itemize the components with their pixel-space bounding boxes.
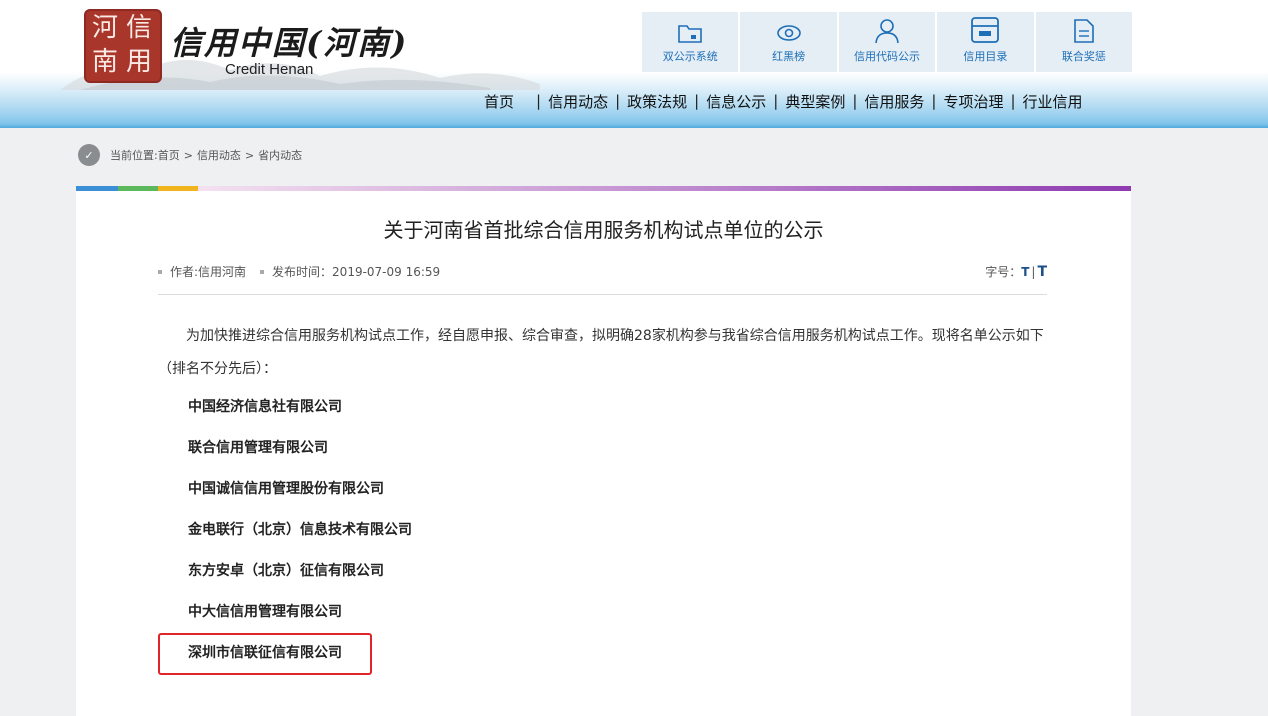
article-author: 作者:信用河南 (170, 265, 247, 279)
quick-link-label: 红黑榜 (772, 50, 806, 63)
nav-item-info-publicity[interactable]: 信息公示 (706, 91, 766, 112)
nav-separator: | (536, 92, 542, 110)
quick-link-red-black-list[interactable]: 红黑榜 (740, 12, 837, 72)
list-item: 金电联行（北京）信息技术有限公司 (188, 522, 412, 538)
article-title: 关于河南省首批综合信用服务机构试点单位的公示 (383, 218, 824, 242)
quick-link-credit-code[interactable]: 信用代码公示 (838, 12, 936, 72)
nav-item-home[interactable]: 首页 (484, 91, 514, 112)
meta-divider (158, 294, 1047, 295)
nav-separator: | (852, 92, 858, 110)
bullet-icon (158, 269, 162, 274)
logo-title[interactable]: 信用中国(河南) (170, 18, 408, 64)
nav-item-typical-cases[interactable]: 典型案例 (785, 91, 845, 112)
article-intro: 为加快推进综合信用服务机构试点工作，经自愿申报、综合审查，拟明确28家机构参与我… (158, 328, 1044, 377)
color-bar (76, 186, 1131, 191)
list-item: 中国经济信息社有限公司 (188, 399, 342, 415)
user-icon (875, 19, 899, 44)
quick-link-label: 联合奖惩 (1061, 50, 1106, 63)
quick-links: 双公示系统 红黑榜 信用代码公示 信用目录 联合奖惩 (642, 12, 1133, 72)
nav-separator: | (1010, 92, 1016, 110)
quick-link-label: 信用代码公示 (854, 50, 921, 63)
breadcrumb-separator: > (244, 148, 255, 162)
bullet-icon (260, 269, 265, 274)
nav-item-industry-credit[interactable]: 行业信用 (1023, 91, 1083, 112)
list-item: 中国诚信信用管理股份有限公司 (188, 481, 384, 497)
nav-item-policy[interactable]: 政策法规 (627, 91, 687, 112)
seal-char: 信 (125, 13, 152, 43)
font-size-divider: | (1031, 264, 1036, 279)
printer-icon (971, 17, 1000, 43)
folder-icon (678, 25, 703, 43)
logo-seal[interactable]: 河 信 南 用 (84, 9, 162, 83)
font-size-small-button[interactable]: T (1021, 265, 1029, 279)
breadcrumb-prefix: 当前位置: (110, 149, 158, 162)
document-icon (1074, 19, 1094, 43)
nav-item-credit-news[interactable]: 信用动态 (548, 91, 608, 112)
nav-item-special-governance[interactable]: 专项治理 (943, 91, 1003, 112)
list-item: 中大信信用管理有限公司 (188, 604, 342, 620)
nav-separator: | (773, 92, 779, 110)
seal-char: 用 (125, 47, 152, 77)
location-icon: ✓ (78, 144, 100, 166)
seal-char: 河 (91, 13, 118, 43)
breadcrumb-credit-news[interactable]: 信用动态 (197, 147, 241, 163)
breadcrumb-separator: > (183, 148, 193, 162)
seal-char: 南 (91, 47, 118, 77)
breadcrumb-home[interactable]: 首页 (158, 147, 180, 163)
quick-link-label: 信用目录 (963, 50, 1008, 63)
nav-item-credit-services[interactable]: 信用服务 (864, 91, 924, 112)
quick-link-label: 双公示系统 (662, 50, 718, 63)
list-item: 联合信用管理有限公司 (188, 440, 328, 456)
site-header: 河 信 南 用 信用中国(河南) Credit Henan 双公示系统 红黑榜 (0, 0, 1268, 128)
quick-link-dual-publicity[interactable]: 双公示系统 (642, 12, 739, 72)
font-size-control: 字号： T | T (985, 263, 1047, 280)
font-size-label: 字号： (985, 265, 1022, 279)
logo-subtitle: Credit Henan (225, 61, 314, 78)
article-meta: 作者:信用河南 发布时间：2019-07-09 16:59 (158, 263, 440, 280)
article-publish-time: 发布时间：2019-07-09 16:59 (272, 265, 441, 279)
nav-separator: | (615, 92, 621, 110)
nav-separator: | (931, 92, 937, 110)
breadcrumb: ✓ 当前位置: 首页 > 信用动态 > 省内动态 (78, 144, 302, 166)
eye-icon (776, 25, 801, 41)
quick-link-credit-catalog[interactable]: 信用目录 (937, 12, 1034, 72)
font-size-large-button[interactable]: T (1037, 264, 1047, 280)
quick-link-joint-rewards[interactable]: 联合奖惩 (1035, 12, 1133, 72)
breadcrumb-provincial-news[interactable]: 省内动态 (258, 147, 302, 163)
list-item: 东方安卓（北京）征信有限公司 (188, 563, 384, 579)
highlight-annotation-box (158, 633, 372, 675)
nav-separator: | (694, 92, 700, 110)
main-nav: 首页 | 信用动态 | 政策法规 | 信息公示 | 典型案例 | 信用服务 | … (484, 90, 1083, 112)
